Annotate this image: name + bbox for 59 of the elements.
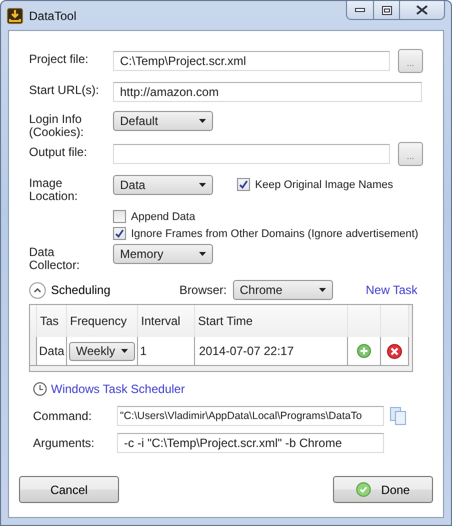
field-label: Login Info (Cookies):	[29, 111, 85, 139]
minimize-button[interactable]	[346, 1, 374, 20]
dropdown-caret-icon	[318, 288, 326, 292]
browse-button[interactable]: ...	[398, 142, 423, 166]
table-cell: 1	[138, 337, 195, 366]
dropdown[interactable]: Memory	[113, 244, 213, 264]
field-label: Output file:	[29, 144, 88, 159]
dropdown[interactable]: Data	[113, 175, 213, 195]
checkbox[interactable]	[113, 210, 126, 223]
app-icon	[7, 8, 23, 24]
table-cell: Data	[37, 337, 67, 366]
close-icon	[416, 5, 428, 15]
field-label: Start URL(s):	[29, 82, 100, 97]
add-icon[interactable]	[357, 344, 371, 358]
column-header: Frequency	[67, 305, 138, 337]
dropdown[interactable]: Default	[113, 111, 213, 131]
field-label: Image Location:	[29, 175, 79, 203]
frequency-dropdown[interactable]: Weekly	[69, 342, 135, 360]
column-header: Start Time	[195, 305, 348, 337]
dropdown-caret-icon	[199, 183, 206, 187]
restore-button[interactable]	[373, 1, 400, 20]
checkbox-label: Append Data	[131, 210, 196, 222]
column-header: Tas	[37, 305, 67, 337]
dropdown-caret-icon	[121, 349, 128, 353]
check-icon	[356, 482, 372, 497]
arguments-field[interactable]: -c -i "C:\Temp\Project.scr.xml" -b Chrome	[117, 432, 384, 452]
browser-label: Browser:	[179, 283, 227, 297]
checkbox-label: Keep Original Image Names	[255, 178, 394, 190]
table-cell: 2014-07-07 22:17	[195, 337, 348, 366]
corner-header-cell	[30, 305, 37, 337]
field-label: Command:	[33, 408, 93, 422]
column-header	[348, 305, 381, 337]
field-label: Project file:	[29, 51, 90, 66]
clock-icon	[33, 382, 47, 396]
dropdown-caret-icon	[199, 252, 206, 256]
browse-button[interactable]: ...	[398, 49, 423, 73]
file-path-field[interactable]: C:\Temp\Project.scr.xml	[113, 51, 390, 71]
browser-dropdown[interactable]: Chrome	[232, 280, 333, 300]
done-button[interactable]: Done	[333, 476, 433, 503]
checkbox[interactable]	[113, 227, 126, 240]
command-field[interactable]: "C:\Users\Vladimir\AppData\Local\Programs\DataTo	[117, 406, 384, 426]
restore-icon	[382, 6, 392, 14]
window-title: DataTool	[29, 8, 78, 22]
delete-icon[interactable]	[387, 344, 402, 358]
cancel-button[interactable]: Cancel	[19, 476, 119, 503]
close-button[interactable]	[399, 1, 445, 20]
checkbox[interactable]	[237, 178, 250, 191]
task-scheduler-link[interactable]: Windows Task Scheduler	[51, 382, 185, 396]
new-task-link[interactable]: New Task	[366, 283, 418, 297]
dropdown-caret-icon	[199, 119, 206, 123]
checkbox-label: Ignore Frames from Other Domains (Ignore advertisement)	[131, 228, 418, 240]
collapse-toggle[interactable]: Scheduling	[29, 282, 110, 298]
field-label: Arguments:	[33, 436, 96, 450]
column-header: Interval	[138, 305, 195, 337]
url-field[interactable]: http://amazon.com	[113, 82, 422, 102]
field-label: Data Collector:	[29, 244, 81, 272]
column-header	[381, 305, 409, 337]
minimize-icon	[355, 8, 365, 12]
file-path-field[interactable]	[113, 144, 390, 164]
